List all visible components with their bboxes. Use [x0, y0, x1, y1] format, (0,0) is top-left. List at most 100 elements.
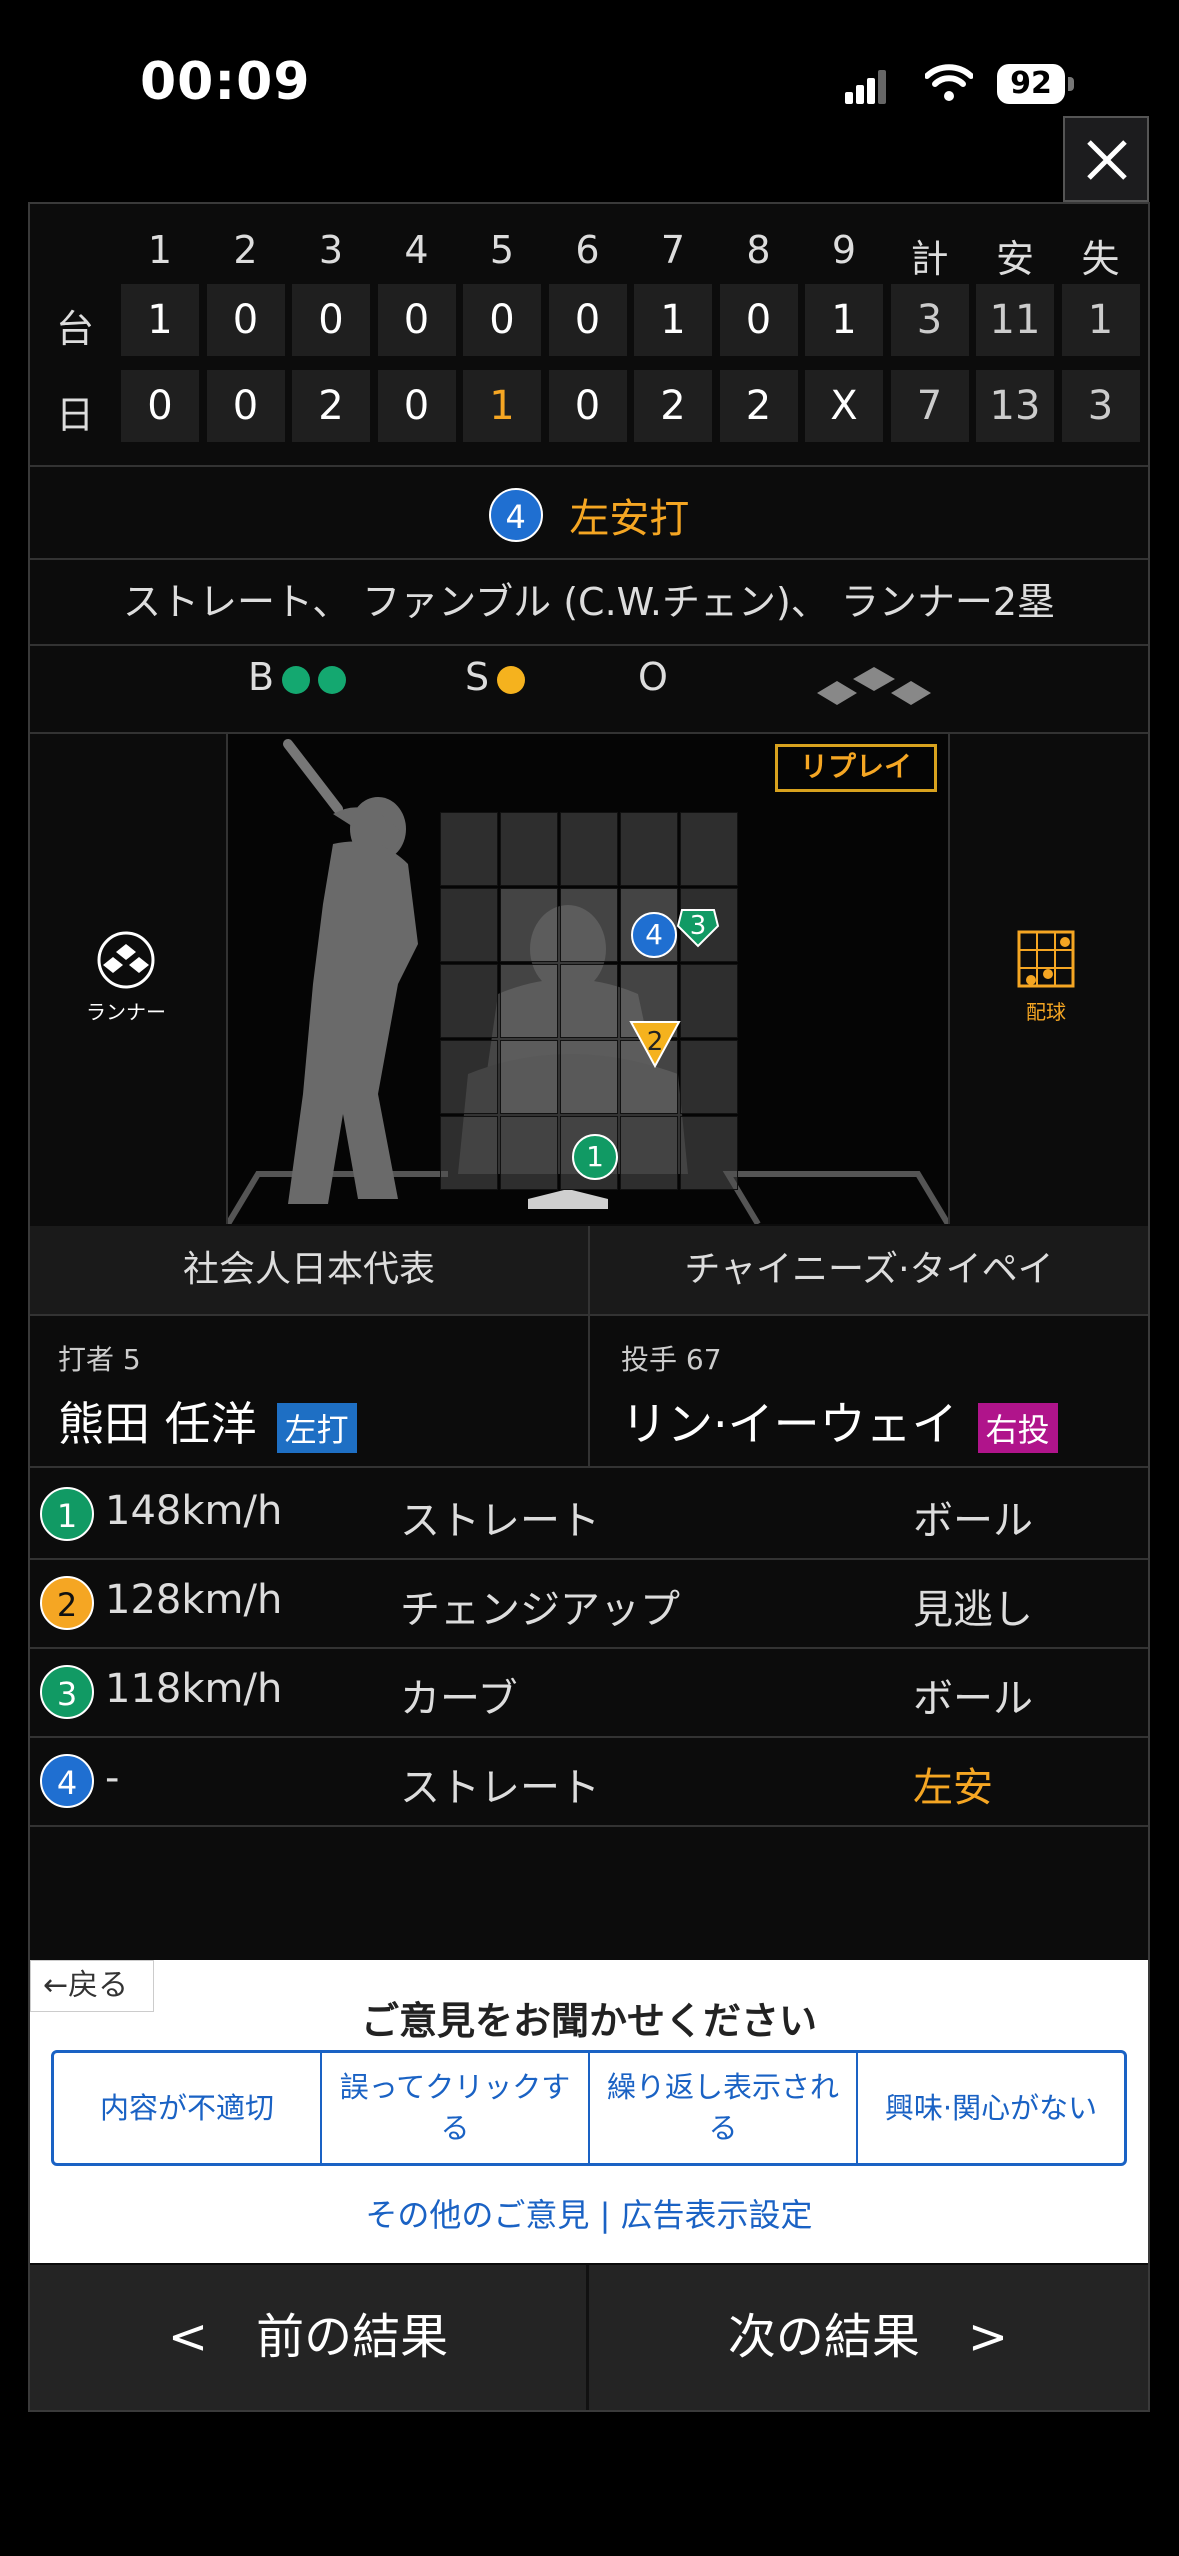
score-cell: 0 [377, 370, 456, 442]
inning-header: 8 [746, 228, 771, 272]
play-description: ストレート、 ファンブル (C.W.チェン)、 ランナー2塁 [122, 580, 1056, 624]
score-cell: 0 [548, 284, 627, 356]
score-cell: 11 [976, 284, 1054, 356]
inning-header: 安 [995, 237, 1034, 281]
zone-cell [560, 812, 618, 886]
batter-hand-tag: 左打 [276, 1402, 357, 1453]
pitch-result: ボール [913, 1676, 1033, 1722]
pitch-type: カーブ [400, 1676, 518, 1722]
pitch-result: ボール [913, 1498, 1033, 1544]
batter-role: 打者 5 [58, 1343, 141, 1376]
pitch-row[interactable]: 4- ストレート 左安 [30, 1737, 1148, 1827]
close-button[interactable] [1063, 116, 1149, 202]
strike-label: S [465, 655, 490, 699]
pitch-speed: 128km/h [105, 1577, 283, 1623]
pitch-number-badge: 2 [40, 1576, 94, 1630]
inning-header: 失 [1081, 237, 1120, 281]
pitch-result: 見逃し [913, 1587, 1033, 1633]
scoreboard-team: 台 [55, 307, 94, 351]
score-cell: 2 [292, 370, 370, 442]
zone-cell [560, 888, 618, 962]
strike-count: S [465, 655, 526, 699]
result-nav: < 前の結果 次の結果 > [30, 2265, 1148, 2410]
zone-cell [620, 812, 678, 886]
zone-cell [440, 1040, 498, 1114]
play-result: 4 左安打 [30, 468, 1148, 558]
next-result-button[interactable]: 次の結果 > [590, 2265, 1146, 2410]
pitch-row[interactable]: 1 148km/h ストレート ボール [30, 1470, 1148, 1560]
zone-cell [440, 964, 498, 1038]
feedback-title: ご意見をお聞かせください [360, 1999, 817, 2043]
pitch-chart-button[interactable]: 配球 [986, 930, 1106, 1025]
pitch-row[interactable]: 3 118km/h カーブ ボール [30, 1648, 1148, 1738]
score-cell: 1 [1061, 284, 1140, 356]
inning-header: 7 [660, 228, 686, 272]
zone-cell [680, 1040, 738, 1114]
pitch-marker-3[interactable]: 3 [672, 900, 724, 952]
play-result-text: 左安打 [569, 496, 690, 542]
score-cell: 2 [719, 370, 798, 442]
pitch-type: チェンジアップ [400, 1587, 680, 1633]
replay-button[interactable]: リプレイ [775, 744, 937, 792]
out-label: O [638, 655, 668, 699]
score-cell: 1 [805, 284, 883, 356]
score-cell: 13 [976, 370, 1054, 442]
ball-count: B [248, 655, 347, 699]
score-cell: 0 [121, 370, 199, 442]
pitch-number-badge: 3 [40, 1665, 94, 1719]
pitch-marker-4[interactable]: 4 [631, 912, 677, 958]
pitch-speed: 148km/h [105, 1488, 283, 1534]
home-team-name: 社会人日本代表 [182, 1249, 435, 1290]
svg-text:2: 2 [647, 1027, 664, 1057]
inning-header: 9 [831, 228, 857, 272]
close-icon [1087, 140, 1127, 180]
score-cell: 0 [719, 284, 798, 356]
inning-header: 2 [233, 228, 258, 272]
pitch-chart-label: 配球 [1026, 1000, 1066, 1024]
pitch-marker-2[interactable]: 2 [627, 1018, 683, 1070]
score-cell: 3 [1061, 370, 1140, 442]
runner-label: ランナー [86, 1000, 166, 1024]
ball-label: B [248, 655, 275, 699]
prev-result-button[interactable]: < 前の結果 [30, 2265, 586, 2410]
inning-header: 1 [147, 228, 173, 272]
zone-cell [680, 964, 738, 1038]
score-cell: 0 [206, 370, 285, 442]
out-count: O [638, 655, 668, 699]
feedback-inappropriate-button[interactable]: 内容が不適切 [54, 2053, 322, 2163]
zone-cell [560, 1040, 618, 1114]
zone-cell [500, 888, 558, 962]
score-cell: 0 [206, 284, 285, 356]
feedback-options: 内容が不適切 誤ってクリックする 繰り返し表示される 興味·関心がない [51, 2050, 1127, 2166]
score-cell: 7 [890, 370, 969, 442]
zone-cell [620, 1116, 678, 1190]
teams-bar: 社会人日本代表 チャイニーズ·タイペイ [30, 1226, 1148, 1314]
score-cell: 0 [292, 284, 370, 356]
score-cell: 2 [634, 370, 712, 442]
zone-cell [440, 812, 498, 886]
score-cell: 3 [890, 284, 969, 356]
wifi-icon [925, 64, 973, 101]
feedback-not-interested-button[interactable]: 興味·関心がない [858, 2053, 1124, 2163]
pitch-marker-1[interactable]: 1 [572, 1134, 618, 1180]
away-team-name: チャイニーズ·タイペイ [684, 1249, 1054, 1290]
pitcher-hand-tag: 右投 [977, 1402, 1058, 1453]
feedback-misclick-button[interactable]: 誤ってクリックする [322, 2053, 590, 2163]
zone-cell [500, 1116, 558, 1190]
score-cell: 1 [634, 284, 712, 356]
inning-header: 5 [489, 228, 515, 272]
score-cell: 0 [377, 284, 456, 356]
inning-header: 4 [404, 228, 429, 272]
status-time: 00:09 [140, 52, 311, 112]
inning-header: 6 [575, 228, 600, 272]
feedback-repeated-button[interactable]: 繰り返し表示される [590, 2053, 858, 2163]
feedback-links[interactable]: その他のご意見 | 広告表示設定 [30, 2190, 1148, 2236]
scoreboard-team: 日 [55, 393, 94, 437]
score-cell: X [805, 370, 883, 442]
zone-cell [680, 1116, 738, 1190]
batter-name: 熊田 任洋 [58, 1397, 257, 1451]
score-cell: 0 [463, 284, 541, 356]
pitch-row[interactable]: 2 128km/h チェンジアップ 見逃し [30, 1559, 1148, 1649]
runner-button[interactable]: ランナー [66, 930, 186, 1025]
zone-cell [680, 812, 738, 886]
